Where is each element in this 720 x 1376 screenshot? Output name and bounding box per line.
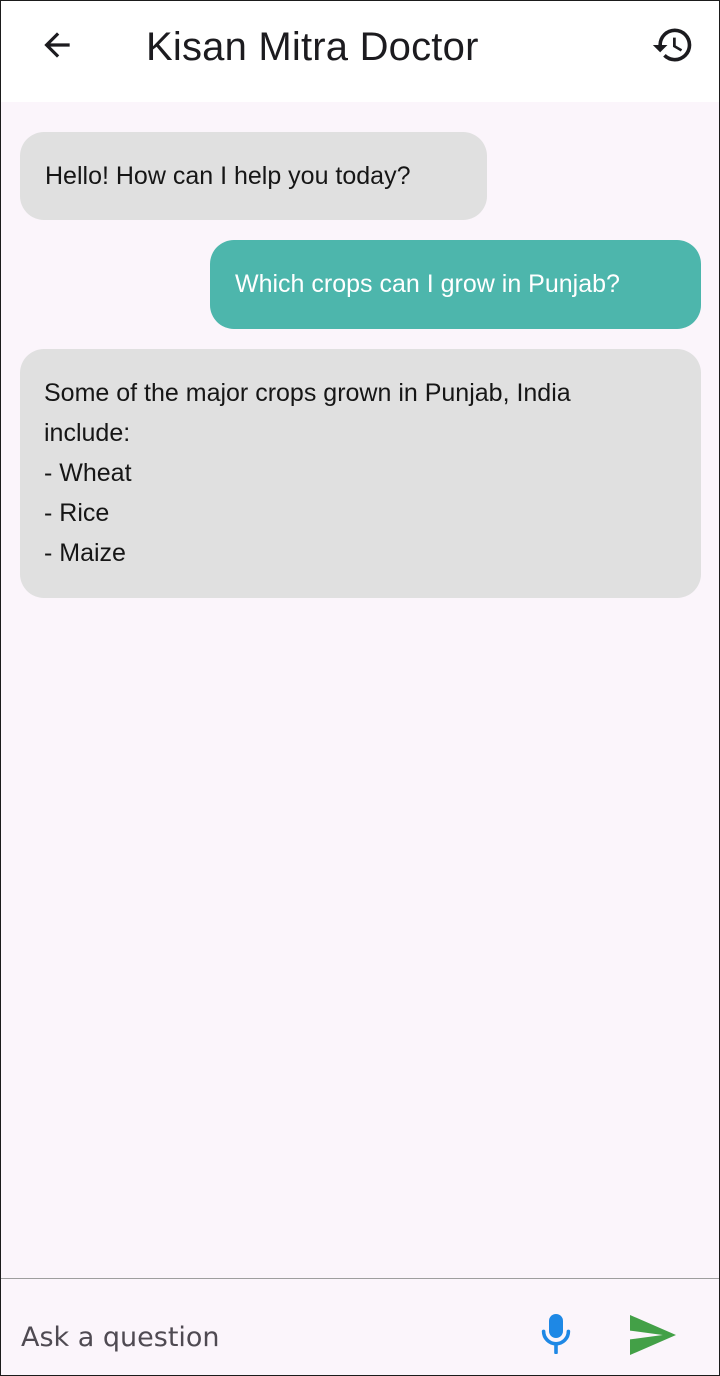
bot-message: Some of the major crops grown in Punjab,…: [20, 349, 701, 598]
user-message: Which crops can I grow in Punjab?: [210, 240, 701, 329]
message-line: - Rice: [44, 499, 110, 527]
history-icon: [651, 23, 695, 72]
microphone-icon: [540, 1313, 572, 1360]
chat-thread[interactable]: Hello! How can I help you today? Which c…: [1, 102, 719, 1278]
send-button[interactable]: [627, 1313, 679, 1361]
message-text: Which crops can I grow in Punjab?: [235, 270, 620, 298]
app-bar: Kisan Mitra Doctor: [1, 1, 719, 102]
arrow-left-icon: [38, 26, 76, 69]
voice-input-button[interactable]: [533, 1311, 579, 1361]
message-line: - Wheat: [44, 459, 132, 487]
question-input[interactable]: [21, 1317, 511, 1357]
history-button[interactable]: [647, 21, 699, 73]
bot-message: Hello! How can I help you today?: [20, 132, 487, 220]
message-text: Hello! How can I help you today?: [45, 162, 411, 190]
back-button[interactable]: [31, 21, 83, 73]
send-icon: [630, 1314, 676, 1360]
message-composer: [1, 1278, 719, 1375]
page-title: Kisan Mitra Doctor: [146, 25, 479, 69]
message-line: include:: [44, 419, 131, 447]
message-line: Some of the major crops grown in Punjab,…: [44, 379, 571, 407]
message-line: - Maize: [44, 539, 126, 567]
app-screen: Kisan Mitra Doctor Hello! How can I help…: [0, 0, 720, 1376]
